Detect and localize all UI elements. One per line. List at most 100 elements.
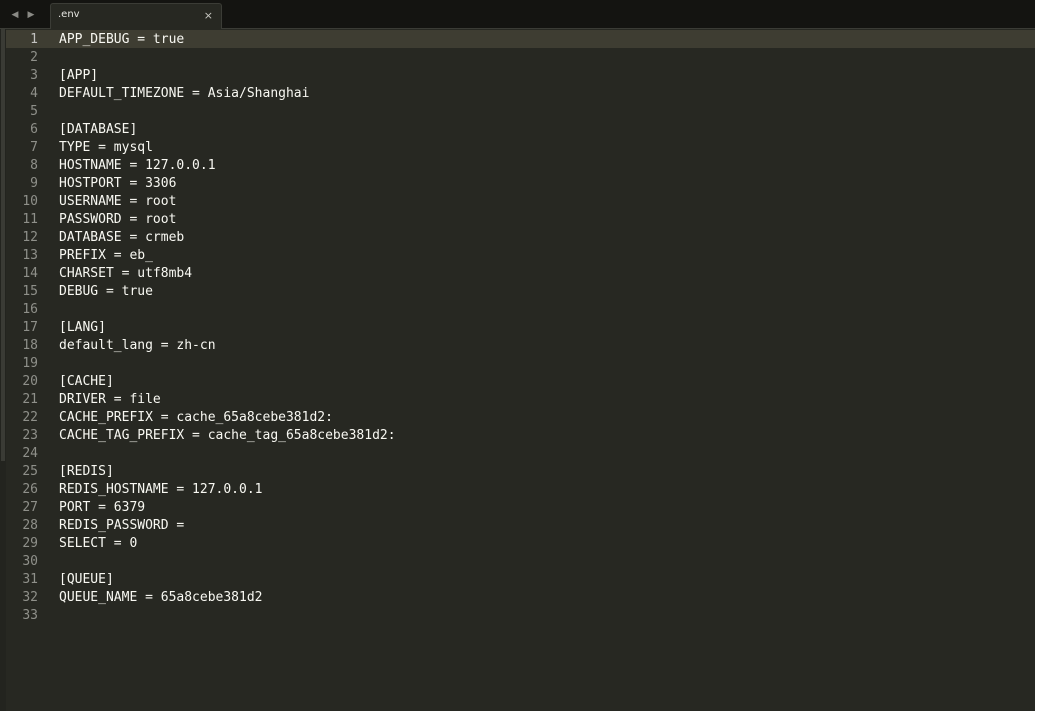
line-text: DRIVER = file: [59, 391, 161, 407]
code-line[interactable]: 5: [6, 102, 1035, 120]
code-line[interactable]: 30: [6, 552, 1035, 570]
code-line[interactable]: 29 SELECT = 0: [6, 534, 1035, 552]
line-number: 32: [22, 589, 38, 605]
code-line[interactable]: 3 [APP]: [6, 66, 1035, 84]
line-number: 31: [22, 571, 38, 587]
line-number: 1: [30, 31, 38, 47]
code-line[interactable]: 26 REDIS_HOSTNAME = 127.0.0.1: [6, 480, 1035, 498]
code-line[interactable]: 21 DRIVER = file: [6, 390, 1035, 408]
line-number: 24: [22, 445, 38, 461]
line-number: 5: [30, 103, 38, 119]
line-text: DEFAULT_TIMEZONE = Asia/Shanghai: [59, 85, 310, 101]
line-number: 27: [22, 499, 38, 515]
line-text: PORT = 6379: [59, 499, 146, 515]
code-line[interactable]: 31 [QUEUE]: [6, 570, 1035, 588]
code-line[interactable]: 15 DEBUG = true: [6, 282, 1035, 300]
code-line[interactable]: 9 HOSTPORT = 3306: [6, 174, 1035, 192]
code-line[interactable]: 28 REDIS_PASSWORD =: [6, 516, 1035, 534]
line-text: SELECT = 0: [59, 535, 138, 551]
line-number: 9: [30, 175, 38, 191]
line-text: HOSTPORT = 3306: [59, 175, 177, 191]
line-number: 3: [30, 67, 38, 83]
line-number: 25: [22, 463, 38, 479]
line-number: 28: [22, 517, 38, 533]
line-text: REDIS_PASSWORD =: [59, 517, 185, 533]
code-lines: 1 APP_DEBUG = true 2 3 [APP] 4 DEFAULT_TIMEZON…: [6, 30, 1035, 624]
code-line[interactable]: 4 DEFAULT_TIMEZONE = Asia/Shanghai: [6, 84, 1035, 102]
line-number: 20: [22, 373, 38, 389]
line-number: 14: [22, 265, 38, 281]
code-line[interactable]: 2: [6, 48, 1035, 66]
line-text: [CACHE]: [59, 373, 114, 389]
code-editor[interactable]: 1 APP_DEBUG = true 2 3 [APP] 4 DEFAULT_TIMEZON…: [0, 29, 1035, 711]
line-text: APP_DEBUG = true: [59, 31, 185, 47]
tab-bar: ◀ ▶ .env ×: [0, 0, 1035, 29]
code-line[interactable]: 24: [6, 444, 1035, 462]
line-text: QUEUE_NAME = 65a8cebe381d2: [59, 589, 263, 605]
line-number: 10: [22, 193, 38, 209]
code-line[interactable]: 17 [LANG]: [6, 318, 1035, 336]
line-number: 22: [22, 409, 38, 425]
code-line[interactable]: 25 [REDIS]: [6, 462, 1035, 480]
code-line[interactable]: 23 CACHE_TAG_PREFIX = cache_tag_65a8cebe3…: [6, 426, 1035, 444]
line-number: 19: [22, 355, 38, 371]
line-number: 23: [22, 427, 38, 443]
line-number: 21: [22, 391, 38, 407]
code-line[interactable]: 27 PORT = 6379: [6, 498, 1035, 516]
code-line[interactable]: 20 [CACHE]: [6, 372, 1035, 390]
back-arrow-icon[interactable]: ◀: [10, 9, 20, 21]
tab-nav: ◀ ▶: [10, 8, 36, 22]
code-line[interactable]: 13 PREFIX = eb_: [6, 246, 1035, 264]
line-number: 18: [22, 337, 38, 353]
line-text: TYPE = mysql: [59, 139, 153, 155]
line-number: 30: [22, 553, 38, 569]
code-line[interactable]: 7 TYPE = mysql: [6, 138, 1035, 156]
code-line[interactable]: 8 HOSTNAME = 127.0.0.1: [6, 156, 1035, 174]
code-line[interactable]: 19: [6, 354, 1035, 372]
code-line[interactable]: 33: [6, 606, 1035, 624]
line-text: CHARSET = utf8mb4: [59, 265, 193, 281]
close-icon[interactable]: ×: [204, 9, 213, 23]
forward-arrow-icon[interactable]: ▶: [26, 9, 36, 21]
line-text: default_lang = zh-cn: [59, 337, 216, 353]
tab-env[interactable]: .env ×: [50, 3, 222, 29]
line-number: 15: [22, 283, 38, 299]
line-number: 2: [30, 49, 38, 65]
line-number: 4: [30, 85, 38, 101]
line-text: DEBUG = true: [59, 283, 153, 299]
code-line[interactable]: 14 CHARSET = utf8mb4: [6, 264, 1035, 282]
editor-window: ◀ ▶ .env × 1 APP_DEBUG = true 2 3 [APP] 4 DEFA…: [0, 0, 1037, 711]
code-line[interactable]: 16: [6, 300, 1035, 318]
line-text: [LANG]: [59, 319, 106, 335]
line-number: 7: [30, 139, 38, 155]
line-text: REDIS_HOSTNAME = 127.0.0.1: [59, 481, 263, 497]
code-line[interactable]: 18 default_lang = zh-cn: [6, 336, 1035, 354]
code-line[interactable]: 32 QUEUE_NAME = 65a8cebe381d2: [6, 588, 1035, 606]
line-text: PASSWORD = root: [59, 211, 177, 227]
code-line[interactable]: 6 [DATABASE]: [6, 120, 1035, 138]
line-number: 13: [22, 247, 38, 263]
code-line[interactable]: 12 DATABASE = crmeb: [6, 228, 1035, 246]
tab-title: .env: [58, 9, 80, 20]
minimap-marker: [1, 29, 5, 461]
line-number: 29: [22, 535, 38, 551]
line-number: 16: [22, 301, 38, 317]
line-text: CACHE_TAG_PREFIX = cache_tag_65a8cebe381…: [59, 427, 396, 443]
line-number: 11: [22, 211, 38, 227]
line-text: DATABASE = crmeb: [59, 229, 185, 245]
line-text: CACHE_PREFIX = cache_65a8cebe381d2:: [59, 409, 333, 425]
code-line[interactable]: 10 USERNAME = root: [6, 192, 1035, 210]
line-text: HOSTNAME = 127.0.0.1: [59, 157, 216, 173]
line-number: 12: [22, 229, 38, 245]
code-line[interactable]: 11 PASSWORD = root: [6, 210, 1035, 228]
line-text: [REDIS]: [59, 463, 114, 479]
line-text: [APP]: [59, 67, 99, 83]
line-text: PREFIX = eb_: [59, 247, 153, 263]
line-text: USERNAME = root: [59, 193, 177, 209]
line-number: 8: [30, 157, 38, 173]
line-number: 6: [30, 121, 38, 137]
code-line[interactable]: 1 APP_DEBUG = true: [6, 30, 1035, 48]
code-line[interactable]: 22 CACHE_PREFIX = cache_65a8cebe381d2:: [6, 408, 1035, 426]
line-number: 17: [22, 319, 38, 335]
line-number: 33: [22, 607, 38, 623]
